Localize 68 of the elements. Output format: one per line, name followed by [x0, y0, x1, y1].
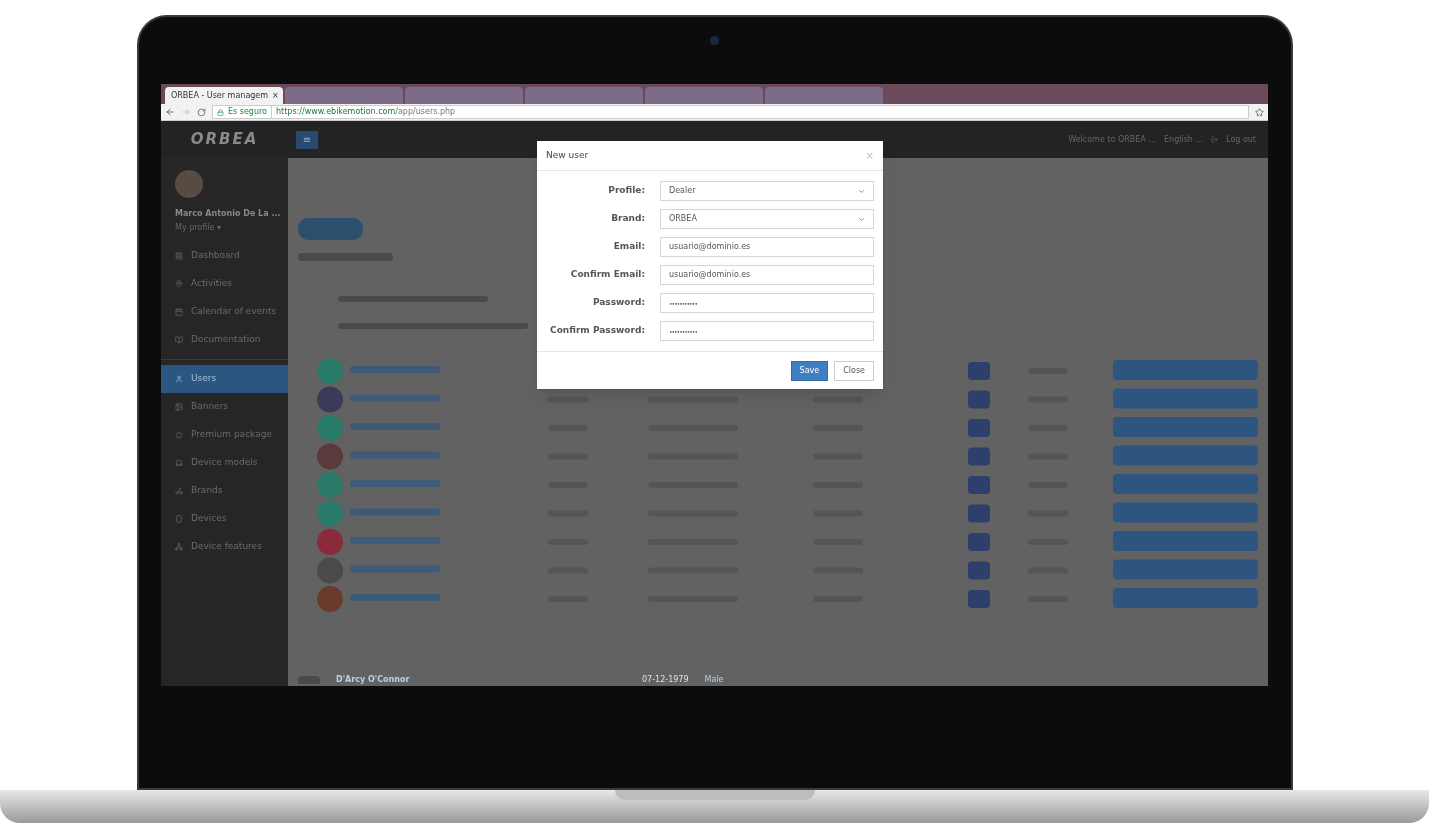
lock-icon	[217, 108, 224, 116]
image-icon	[175, 403, 183, 411]
user-name-link[interactable]: D'Arcy O'Connor	[336, 674, 536, 686]
field-label: Brand:	[610, 212, 645, 226]
map-pin-icon	[175, 280, 183, 288]
user-name: Marco Antonio De La ...	[175, 208, 282, 220]
star-icon	[175, 431, 183, 439]
browser-tab[interactable]: ORBEA - User managem ×	[165, 87, 283, 104]
save-button[interactable]: Save	[790, 360, 829, 381]
select-field[interactable]: Dealer	[660, 181, 874, 201]
gender-text: Male	[704, 674, 724, 686]
laptop-icon	[175, 459, 183, 467]
sidebar-item[interactable]: Dashboard	[161, 242, 288, 270]
browser-tab[interactable]	[285, 87, 403, 104]
browser-tab[interactable]	[525, 87, 643, 104]
input-field[interactable]: usuario@dominio.es	[660, 237, 874, 257]
sidebar-item[interactable]: Device models	[161, 449, 288, 477]
birthdate-text: 07-12-1979	[642, 674, 689, 686]
bike-icon	[175, 487, 183, 495]
browser-tab[interactable]	[405, 87, 523, 104]
forward-icon[interactable]	[181, 107, 191, 117]
logout-link[interactable]: Log out	[1226, 133, 1256, 146]
user-avatar-icon	[298, 676, 320, 684]
sidebar-item[interactable]: Calendar of events	[161, 298, 288, 326]
address-field[interactable]: Es seguro https://www.ebikemotion.com/app/users.php	[212, 105, 1249, 119]
user-icon	[175, 375, 183, 383]
my-profile-link[interactable]: My profile ▾	[175, 222, 288, 234]
sidebar-item[interactable]: Brands	[161, 477, 288, 505]
grid-icon	[175, 252, 183, 260]
sitemap-icon	[175, 543, 183, 551]
sidebar-item[interactable]: Documentation	[161, 326, 288, 354]
dropdown-caret-icon	[858, 187, 865, 195]
field-label: Confirm Password:	[549, 324, 645, 338]
reload-icon[interactable]	[197, 107, 206, 117]
security-label: Es seguro	[228, 106, 272, 118]
field-label: Confirm Email:	[569, 268, 645, 282]
book-icon	[175, 336, 183, 344]
language-link[interactable]: English ...	[1164, 133, 1204, 146]
close-icon[interactable]: ×	[865, 148, 874, 163]
sidebar-item[interactable]: Users	[161, 365, 288, 393]
avatar-icon	[175, 170, 203, 198]
menu-toggle-button[interactable]: ≡	[296, 130, 318, 149]
bookmark-star-icon[interactable]	[1255, 107, 1264, 117]
logout-icon	[1211, 136, 1219, 143]
welcome-text: Welcome to ORBEA ...	[1068, 133, 1156, 146]
field-label: Email:	[612, 240, 645, 254]
sidebar-item[interactable]: Activities	[161, 270, 288, 298]
sidebar-item[interactable]: Device features	[161, 533, 288, 561]
sidebar-item[interactable]: Premium package	[161, 421, 288, 449]
dialog-title: New user	[546, 148, 589, 162]
orbea-logo: ORBEA	[190, 129, 259, 151]
back-icon[interactable]	[165, 107, 175, 117]
browser-tab[interactable]	[765, 87, 883, 104]
input-field[interactable]: usuario@dominio.es	[660, 265, 874, 285]
camera-icon	[710, 36, 719, 45]
sidebar-item[interactable]: Banners	[161, 393, 288, 421]
calendar-icon	[175, 308, 183, 316]
sidebar-item[interactable]: Devices	[161, 505, 288, 533]
phone-icon	[175, 515, 183, 523]
field-label: Profile:	[607, 184, 645, 198]
field-label: Password:	[591, 296, 645, 310]
dropdown-caret-icon	[858, 215, 865, 223]
select-field[interactable]: ORBEA	[660, 209, 874, 229]
tab-title: ORBEA - User managem	[171, 89, 269, 102]
browser-tab[interactable]	[645, 87, 763, 104]
tab-close-button[interactable]: ×	[272, 89, 279, 102]
url-text: https://www.ebikemotion.com/app/users.php	[276, 106, 456, 118]
close-button[interactable]: Close	[834, 360, 874, 381]
